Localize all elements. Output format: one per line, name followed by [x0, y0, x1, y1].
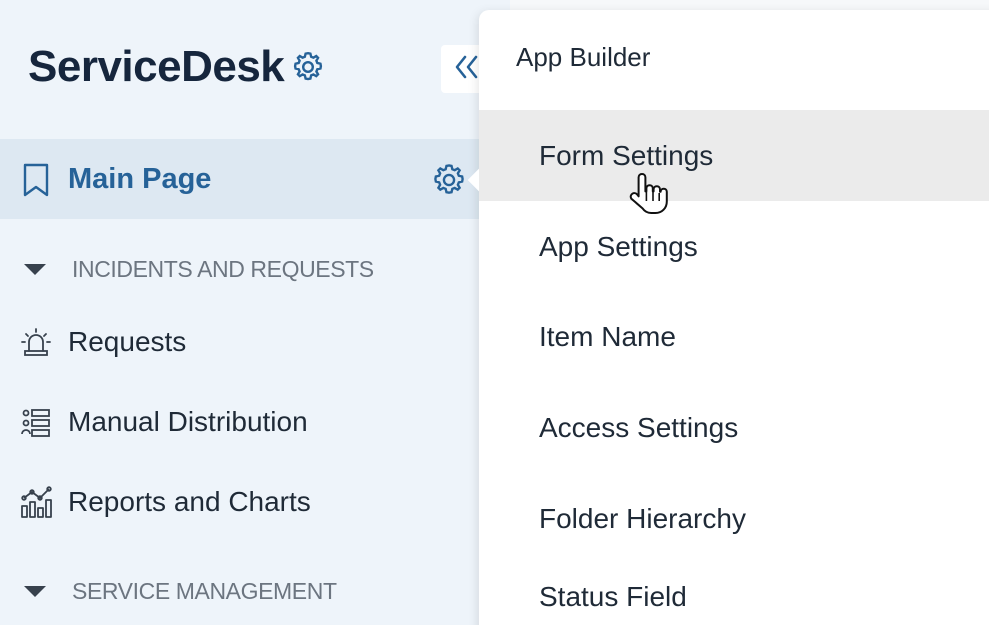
menu-item-access-settings[interactable]: Access Settings: [479, 382, 989, 473]
menu-item-form-settings[interactable]: Form Settings: [479, 110, 989, 201]
sidebar-item-label: Requests: [68, 326, 187, 357]
menu-item-status-field[interactable]: Status Field: [479, 551, 989, 625]
sidebar: ServiceDesk Main Page INCIDENTS AND REQU…: [0, 0, 510, 625]
top-bar-strip: [510, 0, 989, 10]
sidebar-item-reports-and-charts[interactable]: Reports and Charts: [18, 484, 311, 520]
chart-icon: [18, 484, 54, 520]
app-title: ServiceDesk: [28, 42, 285, 91]
section-service-management[interactable]: SERVICE MANAGEMENT: [24, 578, 337, 605]
menu-item-item-name[interactable]: Item Name: [479, 291, 989, 382]
sidebar-item-label: Reports and Charts: [68, 486, 311, 517]
section-incidents-and-requests[interactable]: INCIDENTS AND REQUESTS: [24, 256, 374, 283]
main-page-label: Main Page: [68, 163, 212, 195]
sidebar-item-manual-distribution[interactable]: Manual Distribution: [18, 404, 308, 440]
double-chevron-left-icon: [451, 52, 481, 87]
gear-icon[interactable]: [430, 161, 468, 199]
section-title: SERVICE MANAGEMENT: [72, 578, 337, 604]
hand-pointer-cursor-icon: [628, 170, 672, 218]
sidebar-item-label: Manual Distribution: [68, 406, 308, 437]
gear-icon[interactable]: [290, 49, 326, 85]
bookmark-icon: [22, 163, 50, 197]
menu-heading: App Builder: [516, 42, 651, 72]
triangle-down-icon: [24, 586, 46, 597]
section-title: INCIDENTS AND REQUESTS: [72, 256, 374, 282]
siren-icon: [18, 324, 54, 360]
list-distribution-icon: [18, 404, 54, 440]
triangle-down-icon: [24, 264, 46, 275]
sidebar-item-main-page[interactable]: Main Page: [0, 139, 480, 219]
app-builder-menu: App Builder Form Settings App Settings I…: [467, 10, 989, 625]
menu-item-app-settings[interactable]: App Settings: [479, 201, 989, 292]
brand: ServiceDesk: [28, 42, 326, 92]
sidebar-item-requests[interactable]: Requests: [18, 324, 186, 360]
